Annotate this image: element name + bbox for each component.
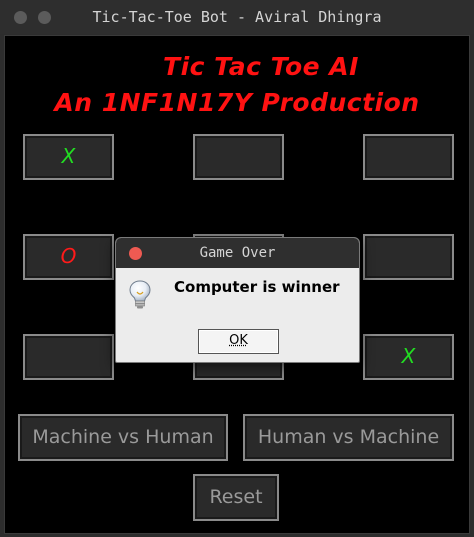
app-window: Tic-Tac-Toe Bot - Aviral Dhingra Tic Tac… xyxy=(0,0,474,537)
board-cell-9[interactable]: X xyxy=(363,334,454,380)
board-cell-7[interactable] xyxy=(23,334,114,380)
machine-vs-human-button[interactable]: Machine vs Human xyxy=(18,414,228,461)
dialog-message: Computer is winner xyxy=(174,278,340,296)
dialog-title: Game Over xyxy=(199,245,276,261)
ok-button-label: OK xyxy=(229,333,248,348)
board-cell-2[interactable] xyxy=(193,134,284,180)
reset-button[interactable]: Reset xyxy=(193,474,279,521)
window-title: Tic-Tac-Toe Bot - Aviral Dhingra xyxy=(92,8,382,26)
board-cell-4[interactable]: O xyxy=(23,234,114,280)
dialog-titlebar[interactable]: Game Over xyxy=(116,238,359,268)
app-subheading: An 1NF1N17Y Production xyxy=(54,88,420,117)
ok-button[interactable]: OK xyxy=(198,329,279,354)
board-cell-3[interactable] xyxy=(363,134,454,180)
app-heading: Tic Tac Toe AI xyxy=(163,52,359,81)
human-vs-machine-button[interactable]: Human vs Machine xyxy=(243,414,454,461)
window-titlebar[interactable]: Tic-Tac-Toe Bot - Aviral Dhingra xyxy=(0,0,474,34)
board-cell-1[interactable]: X xyxy=(23,134,114,180)
game-over-dialog: Game Over Computer is winner OK xyxy=(115,237,360,363)
board-cell-6[interactable] xyxy=(363,234,454,280)
lightbulb-icon xyxy=(128,280,152,310)
